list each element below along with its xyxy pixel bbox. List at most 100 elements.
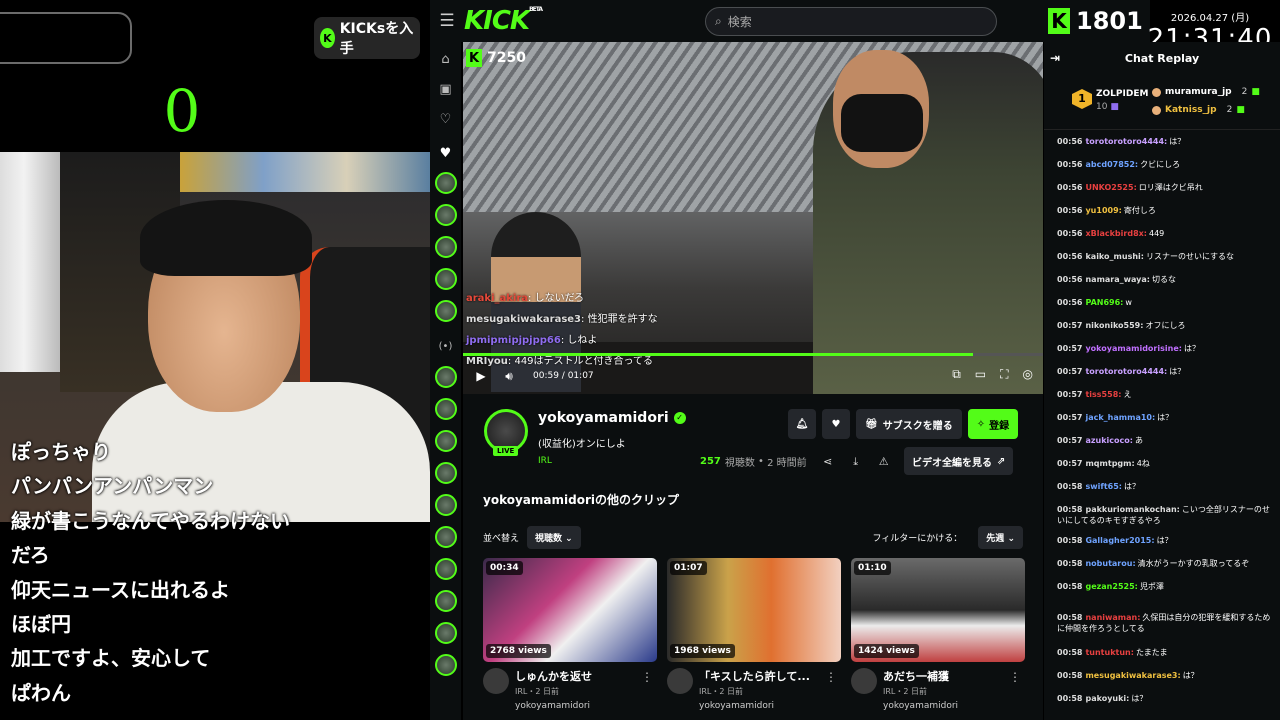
notification-bell-button[interactable]: 🔔︎	[788, 409, 816, 439]
chat-username[interactable]: yokoyamamidorisine:	[1085, 344, 1181, 353]
clip-meta: IRL・2 日前	[515, 687, 560, 696]
menu-icon[interactable]: ☰	[430, 11, 464, 31]
clip-avatar[interactable]	[667, 668, 693, 694]
chat-username[interactable]: kaiko_mushi:	[1085, 252, 1144, 261]
sort-dropdown[interactable]: 視聴数 ⌄	[527, 526, 581, 549]
chat-username[interactable]: swift65:	[1085, 482, 1122, 491]
leaderboard-entry[interactable]: Katniss_jp 2 ■	[1152, 105, 1245, 115]
chat-username[interactable]: xBlackbird8x:	[1085, 229, 1147, 238]
gift-subscription-button[interactable]: 🎁︎ サブスクを贈る	[856, 409, 962, 439]
settings-icon[interactable]: ◎	[1023, 367, 1033, 382]
stream-title: (収益化)オンにしよ	[538, 439, 626, 450]
followed-channel-avatar[interactable]	[434, 236, 457, 258]
clip-thumbnail[interactable]: 01:07 1968 views	[667, 558, 841, 662]
chat-username[interactable]: pakoyuki:	[1085, 694, 1129, 703]
chat-username[interactable]: UNKO2525:	[1085, 183, 1136, 192]
clip-channel[interactable]: yokoyamamidori	[699, 701, 841, 711]
chat-username[interactable]: mqmtpgm:	[1085, 459, 1134, 468]
download-icon[interactable]: ⤓	[849, 455, 863, 469]
chat-text: リスナーのせいにするな	[1145, 252, 1235, 261]
followed-channel-avatar[interactable]	[434, 300, 457, 322]
favorite-heart-button[interactable]: ♥	[822, 409, 850, 439]
leaderboard-entry[interactable]: muramura_jp 2 ■	[1152, 87, 1260, 97]
clip-thumbnail[interactable]: 01:10 1424 views	[851, 558, 1025, 662]
clip-channel[interactable]: yokoyamamidori	[515, 701, 657, 711]
clip-card[interactable]: 01:10 1424 views あだち一補獲 IRL・2 日前 ⋮ yokoyam…	[851, 558, 1025, 711]
more-options-icon[interactable]: ⋮	[825, 670, 837, 684]
chat-username[interactable]: yu1009:	[1085, 206, 1121, 215]
chat-username[interactable]: naniwaman:	[1085, 613, 1140, 622]
chat-username[interactable]: torotorotoro4444:	[1085, 367, 1167, 376]
chat-message: 00:57 jack_hamma10: は？	[1057, 412, 1272, 423]
collapse-chat-icon[interactable]: ⇥	[1050, 51, 1060, 65]
chat-username[interactable]: tiss558:	[1085, 390, 1121, 399]
recommended-channel-avatar[interactable]	[434, 430, 457, 452]
chat-text: え	[1123, 390, 1132, 399]
chat-username[interactable]: tuntuktun:	[1085, 648, 1133, 657]
recommended-channel-avatar[interactable]	[434, 558, 457, 580]
chat-username[interactable]: azukicoco:	[1085, 436, 1133, 445]
chat-text: は？	[1183, 344, 1200, 353]
clip-title[interactable]: しゅんかを返せ	[515, 668, 592, 684]
leaderboard-top-user[interactable]: ZOLPIDEM	[1096, 89, 1148, 99]
clip-title[interactable]: 「キスしたら許して...	[699, 668, 810, 684]
get-kicks-button[interactable]: K KICKsを入手	[314, 17, 420, 59]
home-icon[interactable]: ⌂	[436, 52, 456, 72]
video-player[interactable]: K 7250 araki_akira: しないだろ mesugakiwakara…	[463, 42, 1043, 394]
chat-username[interactable]: Gallagher2015:	[1085, 536, 1154, 545]
recommended-channel-avatar[interactable]	[434, 494, 457, 516]
chat-username[interactable]: nobutarou:	[1085, 559, 1135, 568]
watch-full-video-button[interactable]: ビデオ全編を見る ⇗	[904, 447, 1014, 475]
recommended-channel-avatar[interactable]	[434, 462, 457, 484]
chat-username[interactable]: pakkuriomankochan:	[1085, 505, 1179, 514]
live-broadcast-icon: (•)	[438, 341, 453, 352]
search-input[interactable]: ⌕ 検索	[705, 7, 997, 36]
kick-logo[interactable]: KICKBETA	[464, 6, 543, 36]
recommended-channel-avatar[interactable]	[434, 654, 457, 676]
play-icon[interactable]: ▶	[471, 369, 491, 383]
more-options-icon[interactable]: ⋮	[1009, 670, 1021, 684]
chat-username[interactable]: gezan2525:	[1085, 582, 1137, 591]
chat-username[interactable]: torotorotoro4444:	[1085, 137, 1167, 146]
recommended-channel-avatar[interactable]	[434, 366, 457, 388]
share-icon[interactable]: ⋖	[821, 455, 835, 468]
chat-message: 00:57 torotorotoro4444: は？	[1057, 366, 1272, 377]
following-icon[interactable]: ♡	[436, 112, 456, 132]
clip-avatar[interactable]	[851, 668, 877, 694]
clip-card[interactable]: 00:34 2768 views しゅんかを返せ IRL・2 日前 ⋮ yokoya…	[483, 558, 657, 711]
chat-username[interactable]: jack_hamma10:	[1085, 413, 1155, 422]
category-link[interactable]: IRL	[538, 456, 552, 466]
clip-thumbnail[interactable]: 00:34 2768 views	[483, 558, 657, 662]
theater-mode-icon[interactable]: ▭	[975, 367, 986, 382]
chat-timestamp: 00:57	[1057, 459, 1083, 468]
video-chat-overlay: araki_akira: しないだろ mesugakiwakarase3: 性犯…	[466, 293, 658, 367]
chat-username[interactable]: mesugakiwakarase3:	[1085, 671, 1180, 680]
chat-username[interactable]: namara_waya:	[1085, 275, 1150, 284]
clip-avatar[interactable]	[483, 668, 509, 694]
channel-name[interactable]: yokoyamamidori ✓	[538, 410, 686, 426]
clip-card[interactable]: 01:07 1968 views 「キスしたら許して... IRL・2 日前 ⋮ y…	[667, 558, 841, 711]
chat-username[interactable]: PAN696:	[1085, 298, 1123, 307]
seek-bar[interactable]	[463, 353, 1043, 356]
followed-channel-avatar[interactable]	[434, 204, 457, 226]
recommended-channel-avatar[interactable]	[434, 398, 457, 420]
overlay-comment: 緑が書こうなんてやるわけない	[11, 508, 290, 533]
report-icon[interactable]: ⚠	[877, 455, 891, 468]
clip-title[interactable]: あだち一補獲	[883, 668, 949, 684]
streamer-overlay: K KICKsを入手 0 ぽっちゃり パンパンアンパンマン 緑が書こうなんてやる…	[0, 0, 430, 720]
followed-channel-avatar[interactable]	[434, 268, 457, 290]
recommended-channel-avatar[interactable]	[434, 622, 457, 644]
filter-dropdown[interactable]: 先週 ⌄	[978, 526, 1023, 549]
chat-username[interactable]: abcd07852:	[1085, 160, 1138, 169]
clip-channel[interactable]: yokoyamamidori	[883, 701, 1025, 711]
followed-channel-avatar[interactable]	[434, 172, 457, 194]
recommended-channel-avatar[interactable]	[434, 590, 457, 612]
more-options-icon[interactable]: ⋮	[641, 670, 653, 684]
chat-username[interactable]: nikoniko559:	[1085, 321, 1143, 330]
recommended-channel-avatar[interactable]	[434, 526, 457, 548]
fullscreen-icon[interactable]: ⛶	[1000, 367, 1008, 382]
volume-icon[interactable]: 🔊︎	[499, 369, 519, 384]
follow-button[interactable]: ✧ 登録	[967, 409, 1019, 439]
picture-in-picture-icon[interactable]: ⧉	[952, 367, 961, 382]
browse-icon[interactable]: ▣	[436, 82, 456, 102]
